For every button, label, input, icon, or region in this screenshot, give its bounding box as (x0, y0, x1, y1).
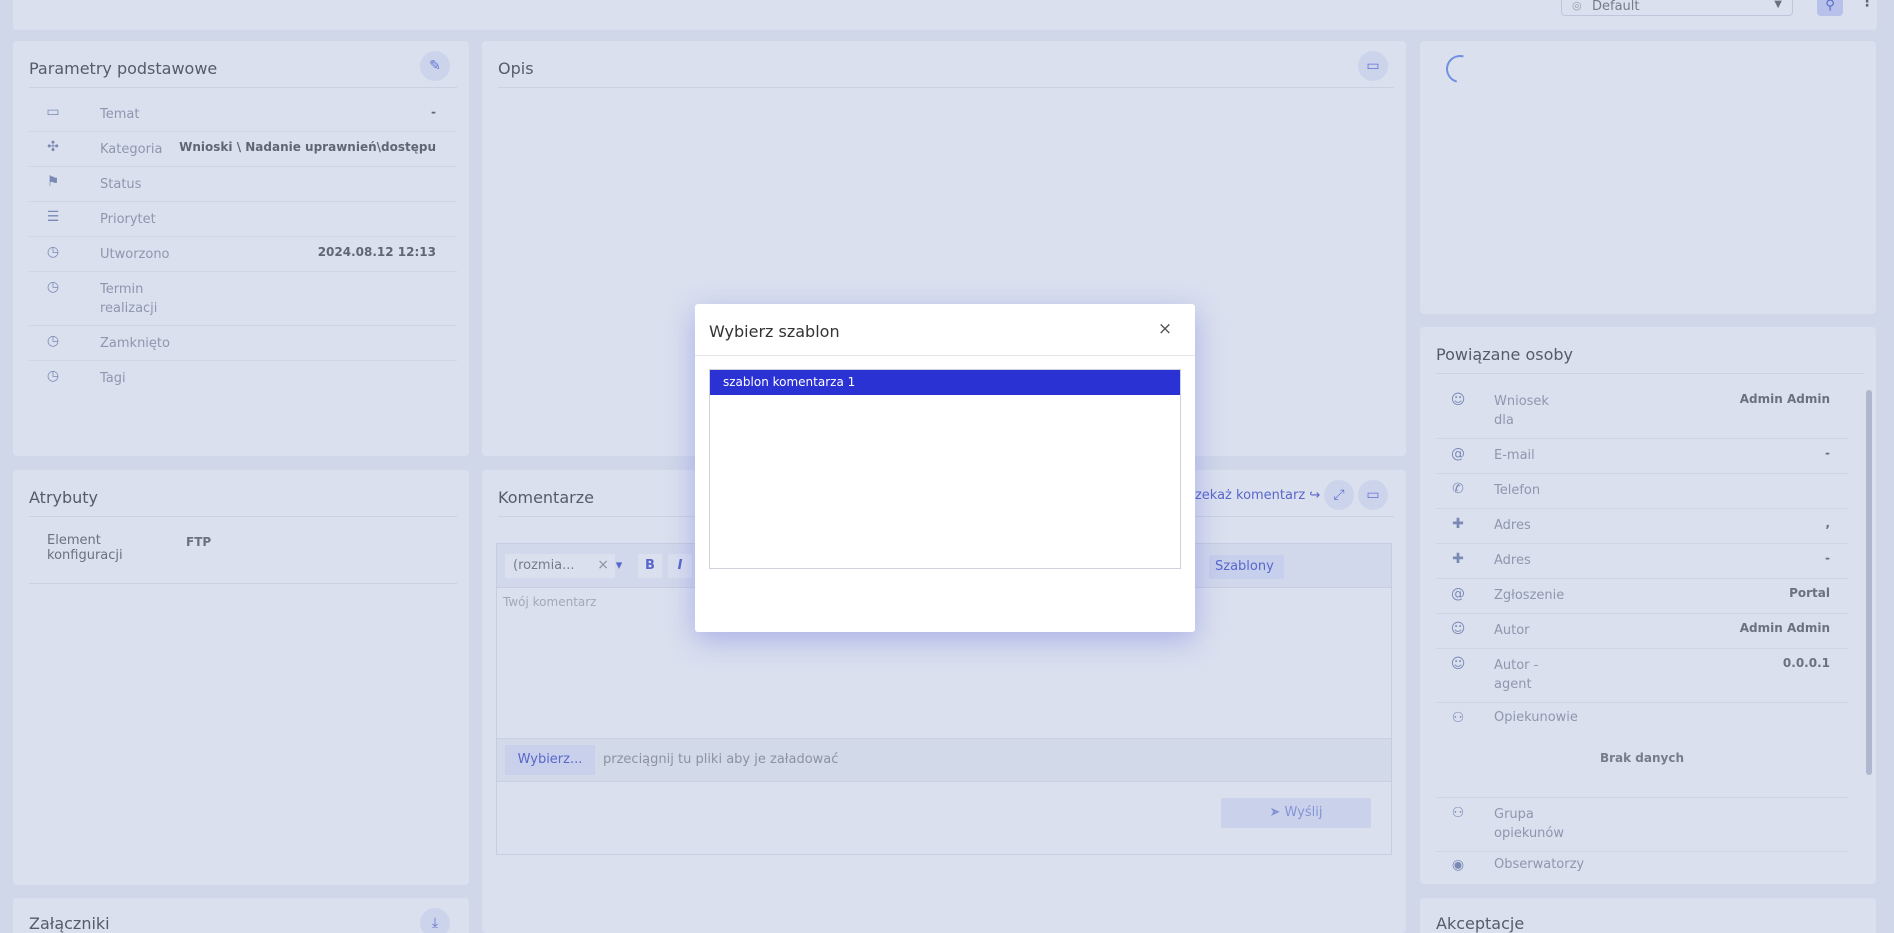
modal-title: Wybierz szablon (709, 322, 840, 341)
template-modal: Wybierz szablon × szablon komentarza 1 (695, 304, 1195, 632)
close-button[interactable]: × (1155, 319, 1175, 339)
template-list[interactable]: szablon komentarza 1 (709, 369, 1181, 569)
close-icon: × (1157, 319, 1173, 339)
page: ◎ Default ▼ ⚲ ⋮ Parametry podstawowe ✎ ▭… (0, 0, 1894, 933)
list-item[interactable]: szablon komentarza 1 (710, 370, 1180, 395)
divider (695, 355, 1195, 356)
